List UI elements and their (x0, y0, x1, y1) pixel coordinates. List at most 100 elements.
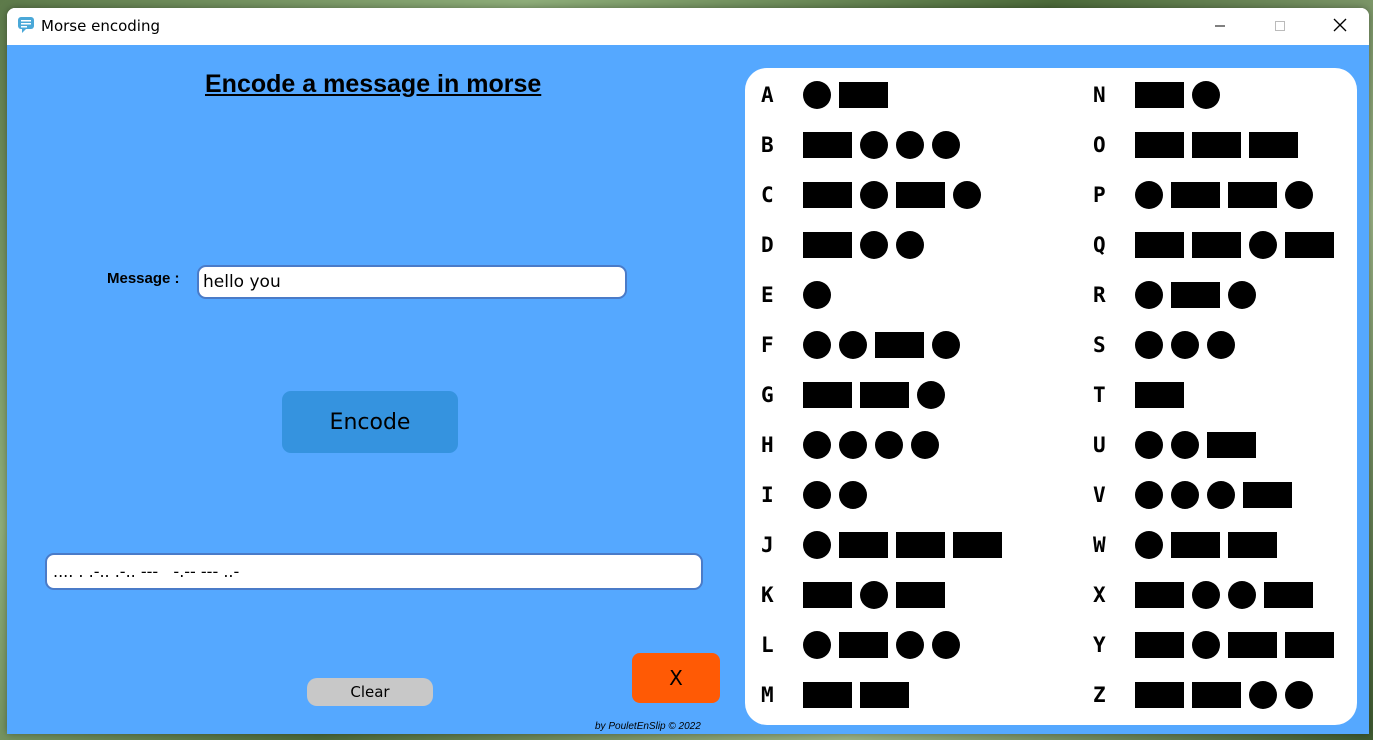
morse-code-symbols (1135, 180, 1313, 210)
morse-letter: I (761, 483, 774, 507)
morse-code-symbols (803, 80, 888, 110)
morse-letter: R (1093, 283, 1106, 307)
morse-dot (1135, 181, 1163, 209)
morse-dash (839, 532, 888, 558)
encode-button[interactable]: Encode (282, 391, 458, 453)
chat-bubble-icon (17, 16, 35, 34)
morse-code-symbols (1135, 330, 1235, 360)
morse-letter: M (761, 683, 774, 707)
maximize-button[interactable] (1257, 8, 1303, 45)
morse-letter: K (761, 583, 774, 607)
morse-dot (803, 331, 831, 359)
morse-code-symbols (1135, 380, 1184, 410)
morse-dot (1135, 481, 1163, 509)
morse-dot (803, 631, 831, 659)
morse-dash (1285, 232, 1334, 258)
morse-code-symbols (1135, 530, 1277, 560)
morse-dash (1192, 682, 1241, 708)
message-input[interactable] (197, 265, 627, 299)
morse-dash (803, 132, 852, 158)
morse-dash (1135, 582, 1184, 608)
morse-letter: H (761, 433, 774, 457)
morse-dash (1135, 132, 1184, 158)
morse-code-symbols (1135, 130, 1298, 160)
morse-code-symbols (803, 430, 939, 460)
morse-dash (1228, 182, 1277, 208)
morse-letter: S (1093, 333, 1106, 357)
morse-dot (1171, 431, 1199, 459)
morse-dot (803, 81, 831, 109)
clear-button[interactable]: Clear (307, 678, 433, 706)
morse-dash (1285, 632, 1334, 658)
morse-dash (803, 232, 852, 258)
morse-letter: U (1093, 433, 1106, 457)
morse-dot (803, 431, 831, 459)
morse-letter: T (1093, 383, 1106, 407)
morse-dot (803, 531, 831, 559)
morse-dot (1249, 231, 1277, 259)
morse-code-symbols (803, 630, 960, 660)
morse-code-symbols (1135, 680, 1313, 710)
morse-dot (896, 631, 924, 659)
morse-code-symbols (803, 280, 831, 310)
morse-dash (803, 682, 852, 708)
morse-code-symbols (803, 380, 945, 410)
morse-dot (875, 431, 903, 459)
morse-dot (803, 481, 831, 509)
morse-code-symbols (803, 580, 945, 610)
morse-letter: Q (1093, 233, 1106, 257)
morse-dot (932, 131, 960, 159)
morse-dot (860, 581, 888, 609)
morse-code-symbols (803, 330, 960, 360)
minimize-button[interactable] (1197, 8, 1243, 45)
morse-letter: N (1093, 83, 1106, 107)
morse-letter: O (1093, 133, 1106, 157)
credit-text: by PouletEnSlip © 2022 (595, 721, 701, 732)
morse-dot (1192, 581, 1220, 609)
morse-letter: A (761, 83, 774, 107)
maximize-icon (1274, 17, 1286, 36)
morse-code-symbols (1135, 80, 1220, 110)
morse-dash (839, 82, 888, 108)
morse-dash (803, 382, 852, 408)
morse-dash (1192, 132, 1241, 158)
morse-dot (1207, 481, 1235, 509)
morse-dot (1228, 281, 1256, 309)
morse-dot (839, 431, 867, 459)
morse-dot (911, 431, 939, 459)
morse-dot (1285, 681, 1313, 709)
morse-code-symbols (803, 230, 924, 260)
morse-code-symbols (1135, 230, 1334, 260)
morse-dash (1207, 432, 1256, 458)
morse-dot (860, 181, 888, 209)
morse-dot (932, 631, 960, 659)
morse-code-symbols (803, 530, 1002, 560)
morse-dot (839, 331, 867, 359)
message-label: Message : (107, 270, 180, 287)
close-window-button[interactable] (1317, 8, 1363, 45)
morse-dot (917, 381, 945, 409)
morse-dash (1135, 682, 1184, 708)
morse-dot (1192, 81, 1220, 109)
morse-letter: Z (1093, 683, 1106, 707)
title-bar[interactable]: Morse encoding (7, 8, 1369, 45)
morse-letter: B (761, 133, 774, 157)
window-title: Morse encoding (41, 17, 160, 35)
morse-dot (896, 231, 924, 259)
morse-code-symbols (803, 180, 981, 210)
morse-output-field[interactable] (45, 553, 703, 590)
morse-dot (860, 231, 888, 259)
morse-dash (803, 582, 852, 608)
morse-dash (1228, 532, 1277, 558)
morse-code-symbols (1135, 480, 1292, 510)
exit-button[interactable]: X (632, 653, 720, 703)
morse-alphabet-chart: A B C D E F G H I J K L M N O P Q R S T U V W X Y Z (745, 68, 1357, 725)
morse-dot (1171, 331, 1199, 359)
morse-dot (1285, 181, 1313, 209)
morse-dot (1135, 431, 1163, 459)
morse-dash (1135, 82, 1184, 108)
morse-letter: D (761, 233, 774, 257)
morse-letter: C (761, 183, 774, 207)
main-panel: Encode a message in morse Message : Enco… (7, 45, 1369, 734)
morse-dash (1228, 632, 1277, 658)
